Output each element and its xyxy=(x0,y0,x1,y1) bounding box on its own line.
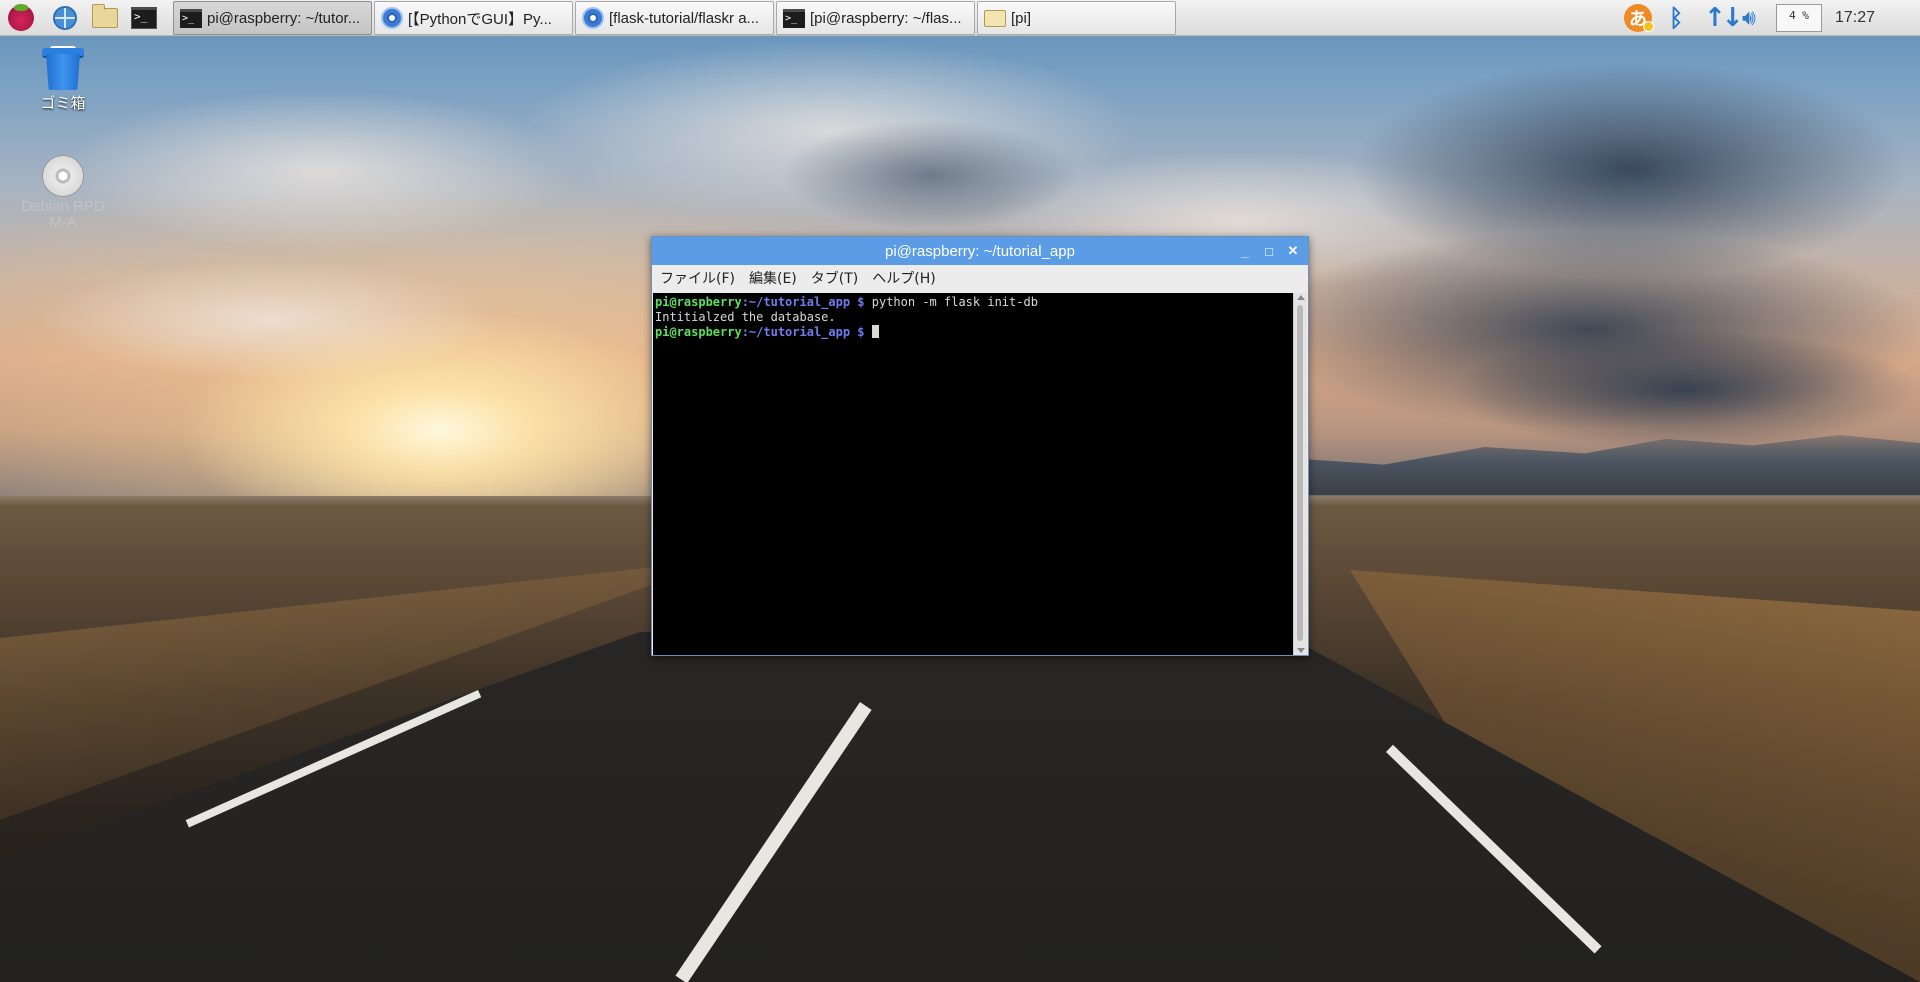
maximize-icon: □ xyxy=(1265,243,1273,259)
window-title: pi@raspberry: ~/tutorial_app xyxy=(885,242,1075,260)
terminal-icon: >_ xyxy=(180,8,202,28)
menu-edit[interactable]: 編集(E) xyxy=(749,268,797,288)
clock-text: 17:27 xyxy=(1835,9,1876,26)
terminal-line: Intitialzed the database. xyxy=(655,310,836,324)
desktop-icon-label: ゴミ箱 xyxy=(40,95,86,112)
menu-bar: ファイル(F) 編集(E) タブ(T) ヘルプ(H) xyxy=(652,265,1308,291)
task-terminal-tutorial[interactable]: >_ pi@raspberry: ~/tutor... xyxy=(173,1,372,35)
bluetooth-button[interactable]: ᛒ xyxy=(1669,0,1683,36)
clock[interactable]: 17:27 xyxy=(1835,0,1875,36)
scroll-up-icon[interactable] xyxy=(1297,295,1305,300)
ime-icon: あ xyxy=(1624,4,1654,32)
terminal-icon: >_ xyxy=(783,8,805,28)
cpu-monitor[interactable]: 4 % xyxy=(1776,0,1822,36)
prompt-user: pi@raspberry xyxy=(655,325,742,339)
terminal-output[interactable]: pi@raspberry:~/tutorial_app $ python -m … xyxy=(653,293,1293,655)
scroll-down-icon[interactable] xyxy=(1297,648,1305,653)
trash-icon xyxy=(42,46,84,90)
text-cursor xyxy=(871,325,879,338)
raspberry-menu-button[interactable] xyxy=(7,4,35,32)
scroll-thumb[interactable] xyxy=(1297,305,1303,641)
file-manager-icon xyxy=(92,4,118,28)
web-browser-launcher[interactable] xyxy=(51,4,79,32)
task-label: pi@raspberry: ~/tutor... xyxy=(207,9,361,27)
desktop-icon-label: Debian RPD M-A xyxy=(21,198,105,231)
taskbar: >_ >_ pi@raspberry: ~/tutor... [【Pythonで… xyxy=(0,0,1920,36)
prompt-path: :~/tutorial_app $ xyxy=(741,325,865,339)
maximize-button[interactable]: □ xyxy=(1260,242,1278,260)
close-button[interactable]: ✕ xyxy=(1284,242,1302,260)
chromium-icon xyxy=(381,7,403,29)
terminal-icon: >_ xyxy=(131,7,157,29)
prompt-path: :~/tutorial_app $ xyxy=(741,295,865,309)
menu-tabs[interactable]: タブ(T) xyxy=(811,268,858,288)
volume-icon: 🔊︎ xyxy=(1742,5,1756,31)
terminal-line: pi@raspberry:~/tutorial_app $ python -m … xyxy=(655,295,1291,310)
task-label: [flask-tutorial/flaskr a... xyxy=(609,9,760,27)
bluetooth-icon: ᛒ xyxy=(1669,4,1684,32)
menu-help[interactable]: ヘルプ(H) xyxy=(872,268,935,288)
terminal-launcher[interactable]: >_ xyxy=(130,4,158,32)
raspberry-menu-icon xyxy=(8,4,34,31)
cd-icon xyxy=(42,155,84,197)
terminal-line: pi@raspberry:~/tutorial_app $ xyxy=(655,325,1291,340)
file-manager-launcher[interactable] xyxy=(91,4,119,32)
task-label: [【PythonでGUI】Py... xyxy=(408,10,552,28)
window-titlebar[interactable]: pi@raspberry: ~/tutorial_app _ □ ✕ xyxy=(652,237,1308,265)
terminal-window: pi@raspberry: ~/tutorial_app _ □ ✕ ファイル(… xyxy=(651,236,1309,656)
command-text: python -m flask init-db xyxy=(864,295,1038,309)
close-icon: ✕ xyxy=(1287,243,1299,258)
desktop-icon-trash[interactable]: ゴミ箱 xyxy=(8,46,118,113)
network-button[interactable]: ↑↓ xyxy=(1704,0,1744,36)
cpu-usage: 4 % xyxy=(1776,4,1822,32)
prompt-user: pi@raspberry xyxy=(655,295,742,309)
desktop-icon-disc[interactable]: Debian RPD M-A xyxy=(8,155,118,231)
minimize-button[interactable]: _ xyxy=(1236,242,1254,260)
task-label: [pi@raspberry: ~/flas... xyxy=(810,9,962,27)
web-browser-icon xyxy=(53,6,77,30)
terminal-scrollbar[interactable] xyxy=(1293,293,1307,655)
command-text xyxy=(865,325,872,339)
menu-file[interactable]: ファイル(F) xyxy=(660,268,735,288)
task-label: [pi] xyxy=(1011,9,1032,27)
chromium-icon xyxy=(582,7,604,29)
folder-icon xyxy=(984,9,1006,27)
ime-indicator[interactable]: あ xyxy=(1624,0,1654,36)
task-chromium-python-gui[interactable]: [【PythonでGUI】Py... xyxy=(374,1,573,35)
task-chromium-flask-tutorial[interactable]: [flask-tutorial/flaskr a... xyxy=(575,1,774,35)
network-icon: ↑↓ xyxy=(1704,3,1744,33)
minimize-icon: _ xyxy=(1241,243,1249,259)
task-folder-pi[interactable]: [pi] xyxy=(977,1,1176,35)
task-terminal-flask[interactable]: >_ [pi@raspberry: ~/flas... xyxy=(776,1,975,35)
volume-button[interactable]: 🔊︎ xyxy=(1742,0,1756,36)
